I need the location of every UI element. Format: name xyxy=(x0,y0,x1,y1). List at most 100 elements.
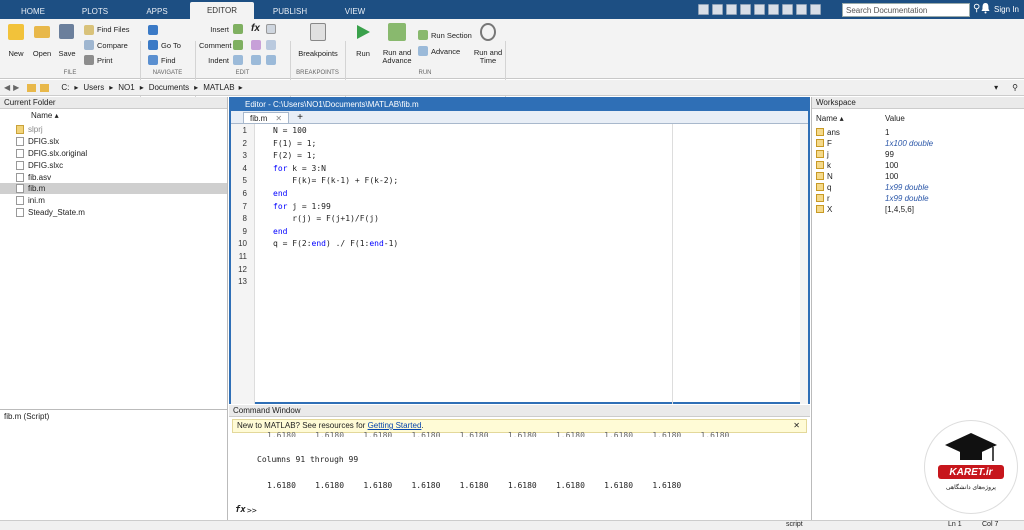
output-columns-label: Columns 91 through 99 xyxy=(257,455,359,464)
code-line[interactable]: end xyxy=(273,189,287,198)
tab-plots[interactable]: PLOTS xyxy=(70,3,120,19)
new-button[interactable]: New xyxy=(4,49,28,58)
path-segment[interactable]: Documents xyxy=(149,83,189,92)
code-line[interactable]: end xyxy=(273,227,287,236)
code-line[interactable]: r(j) = F(j+1)/F(j) xyxy=(273,214,379,223)
up-folder-icon[interactable] xyxy=(27,83,37,92)
sign-in-link[interactable]: Sign In xyxy=(994,5,1019,14)
list-item[interactable]: DFIG.slx xyxy=(0,136,227,147)
table-row[interactable]: F 1x100 double xyxy=(812,138,1024,149)
comment-button[interactable]: Comment xyxy=(199,41,232,50)
advance-button[interactable]: Advance xyxy=(431,47,460,56)
run-advance-icon[interactable] xyxy=(388,23,406,41)
code-line[interactable]: F(2) = 1; xyxy=(273,151,316,160)
insert-function-icon[interactable] xyxy=(266,24,276,34)
undo-icon[interactable] xyxy=(754,4,765,15)
run-button[interactable]: Run xyxy=(350,49,376,58)
cut-icon[interactable] xyxy=(712,4,723,15)
copy-icon[interactable] xyxy=(726,4,737,15)
back-icon[interactable]: ◀ xyxy=(4,83,10,92)
table-row[interactable]: X [1,4,5,6] xyxy=(812,204,1024,215)
new-icon[interactable] xyxy=(8,24,24,40)
table-row[interactable]: ans 1 xyxy=(812,127,1024,138)
list-item[interactable]: DFIG.slx.original xyxy=(0,148,227,159)
goto-button[interactable]: Go To xyxy=(161,41,181,50)
decrease-indent-icon[interactable] xyxy=(266,55,276,65)
list-item[interactable]: ini.m xyxy=(0,195,227,206)
getting-started-link[interactable]: Getting Started xyxy=(368,421,422,430)
tab-publish[interactable]: PUBLISH xyxy=(262,3,318,19)
tab-home[interactable]: HOME xyxy=(8,3,58,19)
editor-tab-fib[interactable]: fib.m ✕ xyxy=(243,112,289,124)
back-arrow-icon[interactable] xyxy=(148,25,158,35)
help-icon[interactable] xyxy=(796,4,807,15)
browse-folder-icon[interactable] xyxy=(40,83,50,92)
find-files-button[interactable]: Find Files xyxy=(97,25,130,34)
paste-icon[interactable] xyxy=(740,4,751,15)
forward-icon[interactable]: ▶ xyxy=(13,83,19,92)
search-input[interactable]: Search Documentation xyxy=(842,3,970,17)
tab-apps[interactable]: APPS xyxy=(132,3,182,19)
new-tab-button[interactable]: + xyxy=(293,112,307,124)
value-column-header[interactable]: Value xyxy=(885,114,905,123)
tab-view[interactable]: VIEW xyxy=(330,3,380,19)
code-line[interactable]: N = 100 xyxy=(273,126,307,135)
code-line[interactable]: q = F(2:end) ./ F(1:end-1) xyxy=(273,239,398,248)
run-icon[interactable] xyxy=(354,23,372,41)
breakpoints-icon[interactable] xyxy=(310,23,326,41)
insert-section-icon[interactable] xyxy=(233,24,243,34)
table-row[interactable]: q 1x99 double xyxy=(812,182,1024,193)
path-segment[interactable]: MATLAB xyxy=(203,83,234,92)
path-segment[interactable]: C: xyxy=(61,83,69,92)
code-line[interactable]: for k = 3:N xyxy=(273,164,326,173)
editor-scrollbar[interactable] xyxy=(800,124,808,404)
table-row[interactable]: N 100 xyxy=(812,171,1024,182)
expand-icon[interactable] xyxy=(810,4,821,15)
name-column-header[interactable]: Name ▴ xyxy=(31,111,59,120)
list-item-selected[interactable]: fib.m xyxy=(0,183,227,194)
notification-bell-icon[interactable] xyxy=(980,2,991,14)
run-section-button[interactable]: Run Section xyxy=(431,31,472,40)
list-item[interactable]: DFIG.slxc xyxy=(0,160,227,171)
save-button[interactable]: Save xyxy=(55,49,79,58)
path-dropdown-icon[interactable]: ▾ xyxy=(994,83,998,92)
increase-indent-icon[interactable] xyxy=(251,55,261,65)
find-button[interactable]: Find xyxy=(161,56,176,65)
compare-button[interactable]: Compare xyxy=(97,41,128,50)
smart-indent-icon[interactable] xyxy=(233,55,243,65)
fx-icon[interactable]: fx xyxy=(251,23,263,35)
insert-button[interactable]: Insert xyxy=(205,25,229,34)
comment-icon[interactable] xyxy=(233,40,243,50)
name-column-header[interactable]: Name ▴ xyxy=(816,114,844,123)
run-and-time-button[interactable]: Run and Time xyxy=(472,49,504,65)
switch-windows-icon[interactable] xyxy=(782,4,793,15)
command-prompt[interactable]: >> xyxy=(247,506,257,515)
list-item[interactable]: fib.asv xyxy=(0,172,227,183)
search-folder-icon[interactable]: ⚲ xyxy=(1012,83,1018,92)
code-line[interactable]: for j = 1:99 xyxy=(273,202,331,211)
redo-icon[interactable] xyxy=(768,4,779,15)
indent-button[interactable]: Indent xyxy=(205,56,229,65)
list-item[interactable]: slprj xyxy=(0,124,227,135)
save-disk-icon[interactable] xyxy=(59,24,74,39)
list-item[interactable]: Steady_State.m xyxy=(0,207,227,218)
path-segment[interactable]: NO1 xyxy=(118,83,134,92)
tab-editor[interactable]: EDITOR xyxy=(190,2,254,19)
code-line[interactable]: F(1) = 1; xyxy=(273,139,316,148)
save-icon[interactable] xyxy=(698,4,709,15)
uncomment-icon[interactable] xyxy=(251,40,261,50)
open-folder-icon[interactable] xyxy=(34,26,50,38)
path-segment[interactable]: Users xyxy=(83,83,104,92)
close-tip-icon[interactable]: ✕ xyxy=(793,420,800,432)
close-tab-icon[interactable]: ✕ xyxy=(275,114,282,123)
run-advance-button[interactable]: Run and Advance xyxy=(380,49,414,65)
code-line[interactable]: F(k)= F(k-1) + F(k-2); xyxy=(273,176,398,185)
table-row[interactable]: r 1x99 double xyxy=(812,193,1024,204)
wrap-comments-icon[interactable] xyxy=(266,40,276,50)
breakpoints-button[interactable]: Breakpoints xyxy=(296,49,340,58)
print-button[interactable]: Print xyxy=(97,56,112,65)
open-button[interactable]: Open xyxy=(30,49,54,58)
table-row[interactable]: k 100 xyxy=(812,160,1024,171)
table-row[interactable]: j 99 xyxy=(812,149,1024,160)
run-and-time-icon[interactable] xyxy=(480,23,496,41)
